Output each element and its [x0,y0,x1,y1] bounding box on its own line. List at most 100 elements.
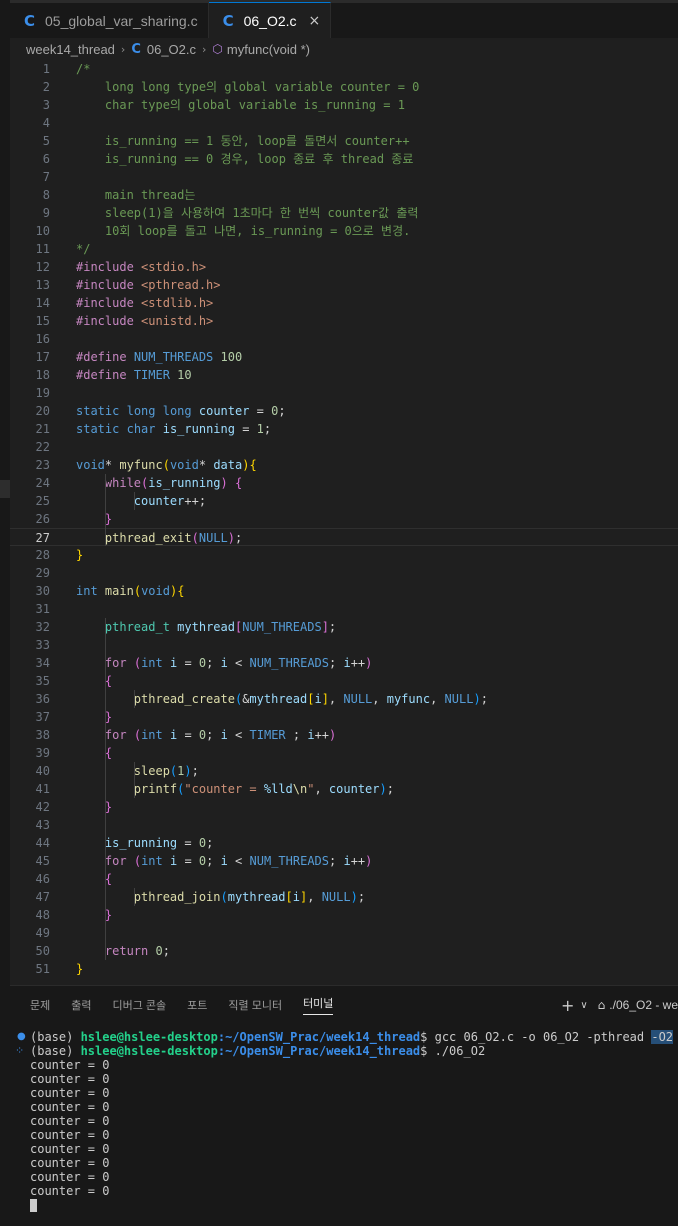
code-token: i [343,656,351,670]
code-line[interactable]: 20 static long long counter = 0; [10,402,678,420]
code-text: */ [76,240,90,258]
code-line[interactable]: 43 [10,816,678,834]
code-token: ; [357,890,366,904]
code-line[interactable]: 38 for (int i = 0; i < TIMER ; i++) [10,726,678,744]
code-line[interactable]: 23 void* myfunc(void* data){ [10,456,678,474]
tab-06-o2[interactable]: C 06_O2.c × [208,2,332,38]
code-token: static [76,404,120,418]
code-token: ++; [184,494,207,508]
code-text: #include <unistd.h> [76,312,213,330]
code-line[interactable]: 34 for (int i = 0; i < NUM_THREADS; i++) [10,654,678,672]
code-line[interactable]: 10 10회 loop를 돌고 나면, is_running = 0으로 변경. [10,222,678,240]
line-number: 34 [35,656,50,670]
code-line[interactable]: 35 { [10,672,678,690]
code-text: 10회 loop를 돌고 나면, is_running = 0으로 변경. [76,222,410,240]
code-line[interactable]: 2 long long type의 global variable counte… [10,78,678,96]
line-number: 2 [42,80,50,94]
code-line[interactable]: 33 [10,636,678,654]
code-line[interactable]: 50 return 0; [10,942,678,960]
code-line[interactable]: 30 int main(void){ [10,582,678,600]
code-line[interactable]: 27 pthread_exit(NULL); [10,528,678,546]
terminal-icon: ⌂ [597,998,606,1012]
breadcrumb-symbol[interactable]: myfunc(void *) [227,42,310,57]
code-token: <unistd.h> [141,314,214,328]
code-line[interactable]: 36 pthread_create(&mythread[i], NULL, my… [10,690,678,708]
code-editor[interactable]: 1 /* 2 long long type의 global variable cou… [10,60,678,985]
code-line[interactable]: 16 [10,330,678,348]
code-line[interactable]: 31 [10,600,678,618]
code-line[interactable]: 40 sleep(1); [10,762,678,780]
code-line[interactable]: 11 */ [10,240,678,258]
code-token: i [343,854,351,868]
tab-problems[interactable]: 문제 [30,986,50,1024]
c-file-icon: C [131,41,141,57]
code-line[interactable]: 24 while(is_running) { [10,474,678,492]
close-icon[interactable]: × [309,13,321,29]
code-line[interactable]: 47 pthread_join(mythread[i], NULL); [10,888,678,906]
code-token: NULL [321,890,351,904]
code-text: } [76,546,83,564]
code-line[interactable]: 17 #define NUM_THREADS 100 [10,348,678,366]
code-token: myfunc [119,458,163,472]
code-line[interactable]: 39 { [10,744,678,762]
code-line[interactable]: 5 is_running == 1 동안, loop를 돌면서 counter+… [10,132,678,150]
code-line[interactable]: 45 for (int i = 0; i < NUM_THREADS; i++) [10,852,678,870]
code-line[interactable]: 13 #include <pthread.h> [10,276,678,294]
command-success-dot-icon[interactable]: ● [17,1030,26,1044]
tab-serial-monitor[interactable]: 직렬 모니터 [228,986,282,1024]
code-line[interactable]: 8 main thread는 [10,186,678,204]
code-line[interactable]: 15 #include <unistd.h> [10,312,678,330]
tab-05-global-var-sharing[interactable]: C 05_global_var_sharing.c [10,3,209,38]
code-line[interactable]: 46 { [10,870,678,888]
terminal-path: :~/OpenSW_Prac/week14_thread [217,1030,421,1044]
tab-terminal[interactable]: 터미널 [303,986,334,1024]
chevron-down-icon[interactable]: ∨ [580,1000,587,1011]
breadcrumb-folder[interactable]: week14_thread [26,42,115,57]
code-token: int [141,656,163,670]
code-text: #include <stdlib.h> [76,294,213,312]
tab-ports[interactable]: 포트 [187,986,207,1024]
code-token: pthread_join [133,890,221,904]
terminal-prefix: (base) [30,1030,81,1044]
code-line[interactable]: 51} [10,960,678,978]
add-terminal-icon[interactable]: + [561,996,574,1015]
code-line[interactable]: 41 printf("counter = %lld\n", counter); [10,780,678,798]
code-line[interactable]: 6 is_running == 0 경우, loop 종료 후 thread 종… [10,150,678,168]
code-line[interactable]: 37 } [10,708,678,726]
code-token: ( [191,531,199,545]
code-token: long [126,404,156,418]
terminal-instance-label[interactable]: ./06_O2 - we [609,998,678,1012]
code-line[interactable]: 12 #include <stdio.h> [10,258,678,276]
code-line[interactable]: 19 [10,384,678,402]
breadcrumb-file[interactable]: 06_O2.c [147,42,196,57]
code-line[interactable]: 49 [10,924,678,942]
terminal-output[interactable]: ● (base) hslee@hslee-desktop:~/OpenSW_Pra… [10,1030,678,1212]
code-token: ) [379,782,387,796]
code-line[interactable]: 32 pthread_t mythread[NUM_THREADS]; [10,618,678,636]
terminal-output-line: counter = 0 [30,1058,110,1072]
code-line[interactable]: 22 [10,438,678,456]
code-token: ; [234,531,243,545]
code-line[interactable]: 1 /* [10,60,678,78]
line-number: 47 [35,890,50,904]
code-text: { [76,672,112,690]
code-line[interactable]: 44 is_running = 0; [10,834,678,852]
code-token: ; [386,782,394,796]
command-running-icon[interactable]: ⁘ [15,1044,24,1058]
code-line[interactable]: 14 #include <stdlib.h> [10,294,678,312]
code-line[interactable]: 26 } [10,510,678,528]
tab-output[interactable]: 출력 [71,986,91,1024]
code-line[interactable]: 7 [10,168,678,186]
code-line[interactable]: 28} [10,546,678,564]
code-line[interactable]: 48 } [10,906,678,924]
code-line[interactable]: 25 counter++; [10,492,678,510]
code-line[interactable]: 3 char type의 global variable is_running … [10,96,678,114]
code-line[interactable]: 18 #define TIMER 10 [10,366,678,384]
code-line[interactable]: 21 static char is_running = 1; [10,420,678,438]
code-line[interactable]: 4 [10,114,678,132]
code-line[interactable]: 29 [10,564,678,582]
tab-debug-console[interactable]: 디버그 콘솔 [113,986,167,1024]
code-line[interactable]: 42 } [10,798,678,816]
code-line[interactable]: 9 sleep(1)을 사용하여 1초마다 한 번씩 counter값 출력 [10,204,678,222]
